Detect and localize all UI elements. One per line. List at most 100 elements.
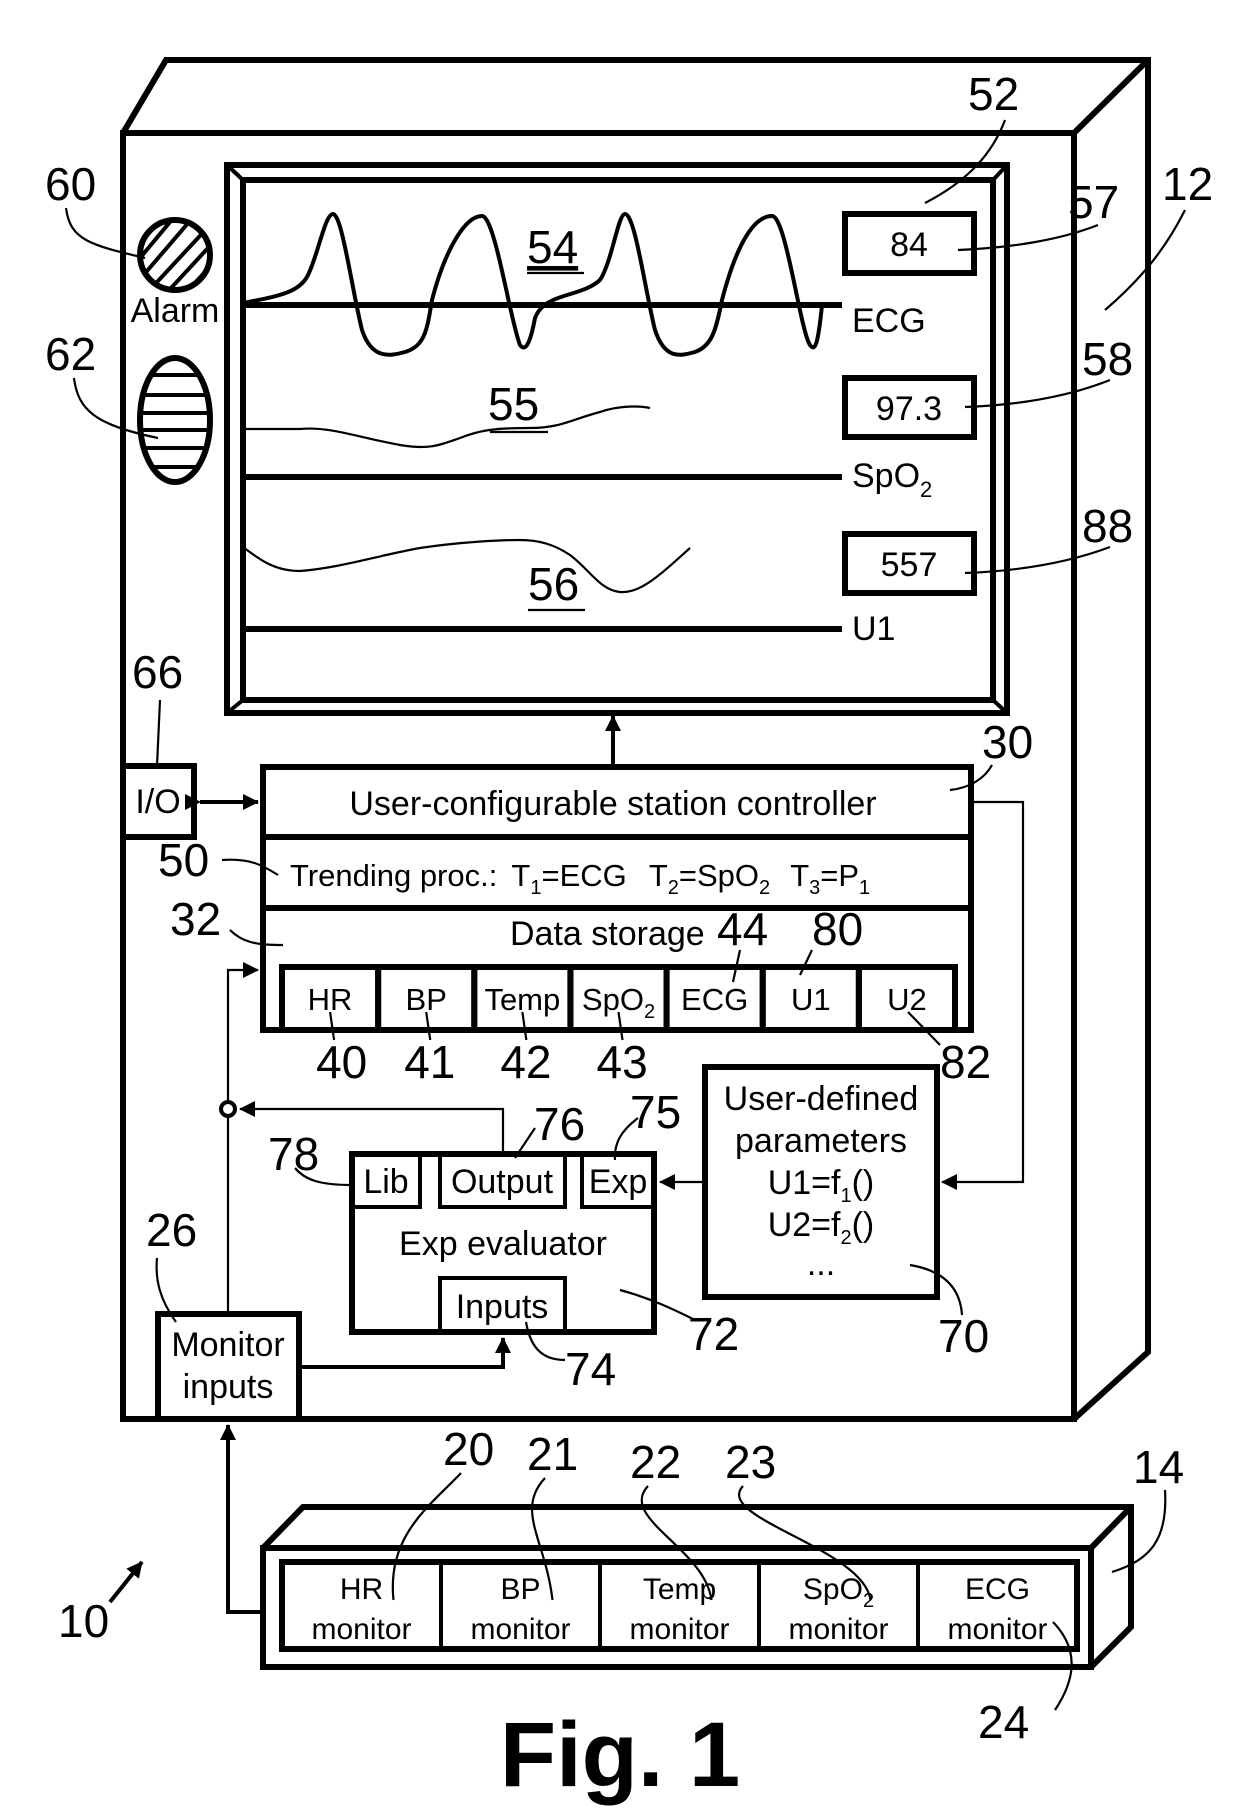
lib-label: Lib xyxy=(363,1163,408,1201)
storage-cell-label: Temp xyxy=(484,982,560,1017)
monitor-to-inputs-arrow xyxy=(299,1337,511,1369)
u1-trace: 56 557 U1 88 xyxy=(242,500,1133,648)
ecg-value: 84 xyxy=(890,226,928,264)
monitor-cell-temp: Temp monitor xyxy=(629,1573,729,1646)
ref-10-arrow xyxy=(108,1560,144,1604)
spo2-value: 97.3 xyxy=(876,390,942,428)
u1-label: U1 xyxy=(852,610,895,648)
ref-23: 23 xyxy=(725,1436,776,1488)
udp-line1: User-defined xyxy=(724,1080,919,1118)
ref-40: 40 xyxy=(316,1036,367,1088)
ref-80: 80 xyxy=(812,903,863,955)
ref-14: 14 xyxy=(1133,1441,1184,1493)
leader-14 xyxy=(1111,1489,1167,1574)
storage-feed-line xyxy=(226,962,259,1100)
leader-66 xyxy=(155,699,162,767)
ref-88: 88 xyxy=(1082,500,1133,552)
ref-41: 41 xyxy=(404,1036,455,1088)
monitor-cell-hr: HR monitor xyxy=(311,1573,411,1646)
ref-76: 76 xyxy=(534,1098,585,1150)
alarm-indicator[interactable]: Alarm xyxy=(125,210,225,330)
monitor-type: monitor xyxy=(311,1613,411,1646)
storage-cell-label: U1 xyxy=(791,982,831,1017)
udp-line2: parameters xyxy=(735,1122,907,1160)
ref-22: 22 xyxy=(630,1436,681,1488)
data-storage-label: Data storage xyxy=(510,915,705,953)
exp-label: Exp xyxy=(589,1163,648,1201)
spo2-label: SpO2 xyxy=(852,457,932,502)
ref-75: 75 xyxy=(630,1086,681,1138)
ref-20: 20 xyxy=(443,1423,494,1475)
u1-value: 557 xyxy=(881,546,938,584)
monitor-inputs-line1: Monitor xyxy=(171,1326,284,1364)
patent-figure: 54 84 ECG 57 55 97.3 SpO2 58 56 557 U1 8… xyxy=(45,57,1213,1806)
ref-30: 30 xyxy=(982,716,1033,768)
storage-cell-label: U2 xyxy=(887,982,927,1017)
alarm-label: Alarm xyxy=(131,292,220,330)
leader-80 xyxy=(799,949,813,976)
inputs-label: Inputs xyxy=(456,1288,549,1326)
ref-74: 74 xyxy=(565,1343,616,1395)
monitor-cells: HRmonitor20BPmonitor21Tempmonitor22SpO2m… xyxy=(311,1423,1073,1748)
output-label: Output xyxy=(451,1163,554,1201)
speaker xyxy=(137,355,213,485)
ecg-trace: 54 84 ECG 57 xyxy=(242,176,1119,357)
udp-more: ... xyxy=(807,1245,835,1283)
ref-50: 50 xyxy=(158,834,209,886)
monitor-name: ECG xyxy=(965,1573,1030,1606)
ref-66: 66 xyxy=(132,646,183,698)
monitor-name: SpO2 xyxy=(803,1573,874,1612)
monitor-cell-spo: SpO2monitor xyxy=(788,1573,888,1646)
storage-cell-label: BP xyxy=(406,982,447,1017)
ref-52: 52 xyxy=(968,68,1019,120)
monitor-type: monitor xyxy=(629,1613,729,1646)
trace-ref-56: 56 xyxy=(528,558,579,610)
monitor-cell-bp: BP monitor xyxy=(470,1573,570,1646)
ref-78: 78 xyxy=(268,1128,319,1180)
leader-74 xyxy=(524,1321,566,1362)
leader-72 xyxy=(619,1288,696,1321)
udp-u2: U2=f2() xyxy=(768,1206,875,1249)
ref-60: 60 xyxy=(45,158,96,210)
monitor-name: Temp xyxy=(643,1573,716,1606)
user-defined-parameters: User-defined parameters U1=f1() U2=f2() … xyxy=(702,1064,940,1300)
evaluator-label: Exp evaluator xyxy=(399,1225,607,1263)
ecg-label: ECG xyxy=(852,302,926,340)
leader-50 xyxy=(221,858,279,876)
monitor-name: HR xyxy=(340,1573,383,1606)
figure-caption: Fig. 1 xyxy=(500,1704,740,1806)
trace-ref-55: 55 xyxy=(488,378,539,430)
ref-21: 21 xyxy=(527,1428,578,1480)
udp-u1: U1=f1() xyxy=(768,1164,875,1207)
leader-32 xyxy=(229,929,284,947)
monitor-type: monitor xyxy=(470,1613,570,1646)
exp-evaluator: Lib Output Exp Exp evaluator Inputs xyxy=(349,1151,657,1335)
ref-10: 10 xyxy=(58,1595,109,1647)
storage-cell-label: ECG xyxy=(681,982,748,1017)
ref-12: 12 xyxy=(1162,158,1213,210)
ref-43: 43 xyxy=(597,1036,648,1088)
leader-20 xyxy=(391,1472,462,1601)
monitor-name: BP xyxy=(500,1573,540,1606)
ref-70: 70 xyxy=(938,1310,989,1362)
ref-26: 26 xyxy=(146,1204,197,1256)
ref-62: 62 xyxy=(45,328,96,380)
spo2-waveform xyxy=(243,405,651,449)
io-label: I/O xyxy=(135,783,180,821)
ref-72: 72 xyxy=(688,1308,739,1360)
ref-57: 57 xyxy=(1068,176,1119,228)
bank-to-station-arrow xyxy=(220,1424,263,1614)
monitor-cell-ecg: ECG monitor xyxy=(947,1573,1047,1646)
controller-title: User-configurable station controller xyxy=(349,785,876,823)
u1-waveform xyxy=(242,538,691,594)
storage-cell-label: HR xyxy=(308,982,353,1017)
trace-ref-54: 54 xyxy=(527,221,578,273)
spo2-trace: 55 97.3 SpO2 58 xyxy=(243,333,1133,502)
monitor-type: monitor xyxy=(788,1613,888,1646)
ref-58: 58 xyxy=(1082,333,1133,385)
ref-82: 82 xyxy=(940,1036,991,1088)
trending-row: Trending proc.: T1=ECG T2=SpO2 T3=P1 xyxy=(290,858,870,901)
leader-60 xyxy=(64,207,146,260)
ref-32: 32 xyxy=(170,893,221,945)
ref-44: 44 xyxy=(717,903,768,955)
